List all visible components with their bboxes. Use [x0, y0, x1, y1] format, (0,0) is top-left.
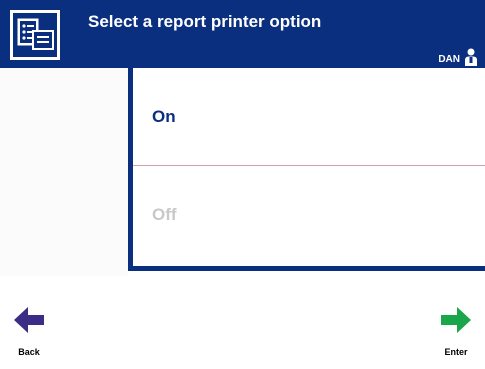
- arrow-right-icon: [441, 307, 471, 333]
- enter-button[interactable]: Enter: [431, 305, 481, 361]
- option-off-label: Off: [152, 205, 177, 224]
- option-list: On Off: [128, 68, 485, 271]
- user-area: DAN: [438, 48, 478, 66]
- username: DAN: [438, 54, 460, 65]
- option-on-label: On: [152, 106, 176, 126]
- back-label: Back: [18, 347, 40, 357]
- printer-report-icon: [10, 10, 60, 60]
- option-off: Off: [133, 166, 485, 264]
- enter-label: Enter: [444, 347, 468, 357]
- page-title: Select a report printer option: [88, 12, 322, 31]
- left-panel: [0, 68, 128, 276]
- back-button[interactable]: Back: [4, 305, 54, 361]
- arrow-left-icon: [14, 307, 44, 333]
- option-on[interactable]: On: [133, 68, 485, 166]
- user-icon: [465, 48, 477, 66]
- header-bar: Select a report printer option DAN: [0, 0, 485, 68]
